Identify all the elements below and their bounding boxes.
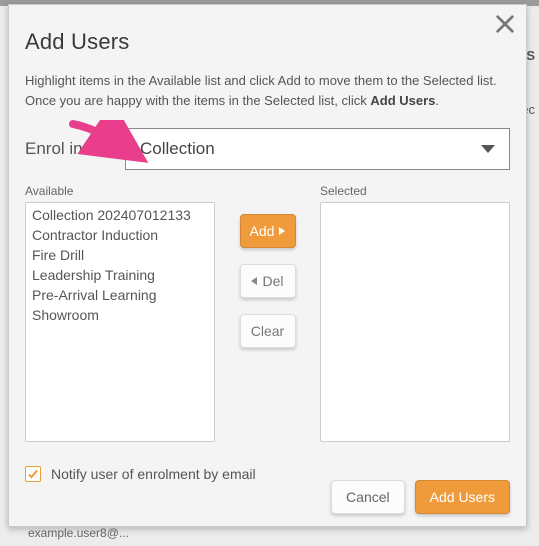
clear-button[interactable]: Clear — [240, 314, 296, 348]
add-users-modal: Add Users Highlight items in the Availab… — [8, 4, 527, 527]
add-button-label: Add — [250, 223, 275, 239]
add-button[interactable]: Add — [240, 214, 296, 248]
submit-add-users-button[interactable]: Add Users — [415, 480, 510, 514]
modal-footer: Cancel Add Users — [331, 480, 510, 514]
enrol-into-value: Collection — [140, 139, 215, 159]
check-icon — [27, 468, 39, 480]
del-button-label: Del — [262, 273, 283, 289]
submit-button-label: Add Users — [430, 489, 495, 505]
list-item[interactable]: Contractor Induction — [26, 225, 214, 245]
list-item[interactable]: Pre-Arrival Learning — [26, 285, 214, 305]
list-item[interactable]: Fire Drill — [26, 245, 214, 265]
instruction-bold: Add Users — [370, 93, 435, 108]
modal-title: Add Users — [25, 29, 510, 55]
close-icon — [494, 13, 516, 35]
available-list[interactable]: Collection 202407012133Contractor Induct… — [25, 202, 215, 442]
available-column: Available Collection 202407012133Contrac… — [25, 184, 215, 442]
chevron-down-icon — [481, 145, 495, 153]
chevron-left-icon — [251, 277, 257, 285]
chevron-right-icon — [279, 227, 285, 235]
close-button[interactable] — [492, 11, 518, 37]
transfer-buttons-column: Add Del Clear — [215, 184, 320, 442]
notify-label: Notify user of enrolment by email — [51, 466, 256, 482]
cancel-button[interactable]: Cancel — [331, 480, 405, 514]
available-label: Available — [25, 184, 215, 198]
transfer-lists: Available Collection 202407012133Contrac… — [25, 184, 510, 442]
notify-checkbox[interactable] — [25, 466, 41, 482]
background-email: example.user8@... — [28, 526, 129, 540]
enrol-into-label: Enrol into — [25, 139, 125, 159]
selected-list[interactable] — [320, 202, 510, 442]
clear-button-label: Clear — [251, 323, 284, 339]
enrol-into-select[interactable]: Collection — [125, 128, 510, 170]
selected-label: Selected — [320, 184, 510, 198]
del-button[interactable]: Del — [240, 264, 296, 298]
cancel-button-label: Cancel — [346, 489, 390, 505]
instruction-post: . — [435, 93, 439, 108]
enrol-row: Enrol into Collection — [25, 128, 510, 170]
selected-column: Selected — [320, 184, 510, 442]
list-item[interactable]: Leadership Training — [26, 265, 214, 285]
list-item[interactable]: Showroom — [26, 305, 214, 325]
instruction-text: Highlight items in the Available list an… — [25, 71, 510, 110]
list-item[interactable]: Collection 202407012133 — [26, 205, 214, 225]
